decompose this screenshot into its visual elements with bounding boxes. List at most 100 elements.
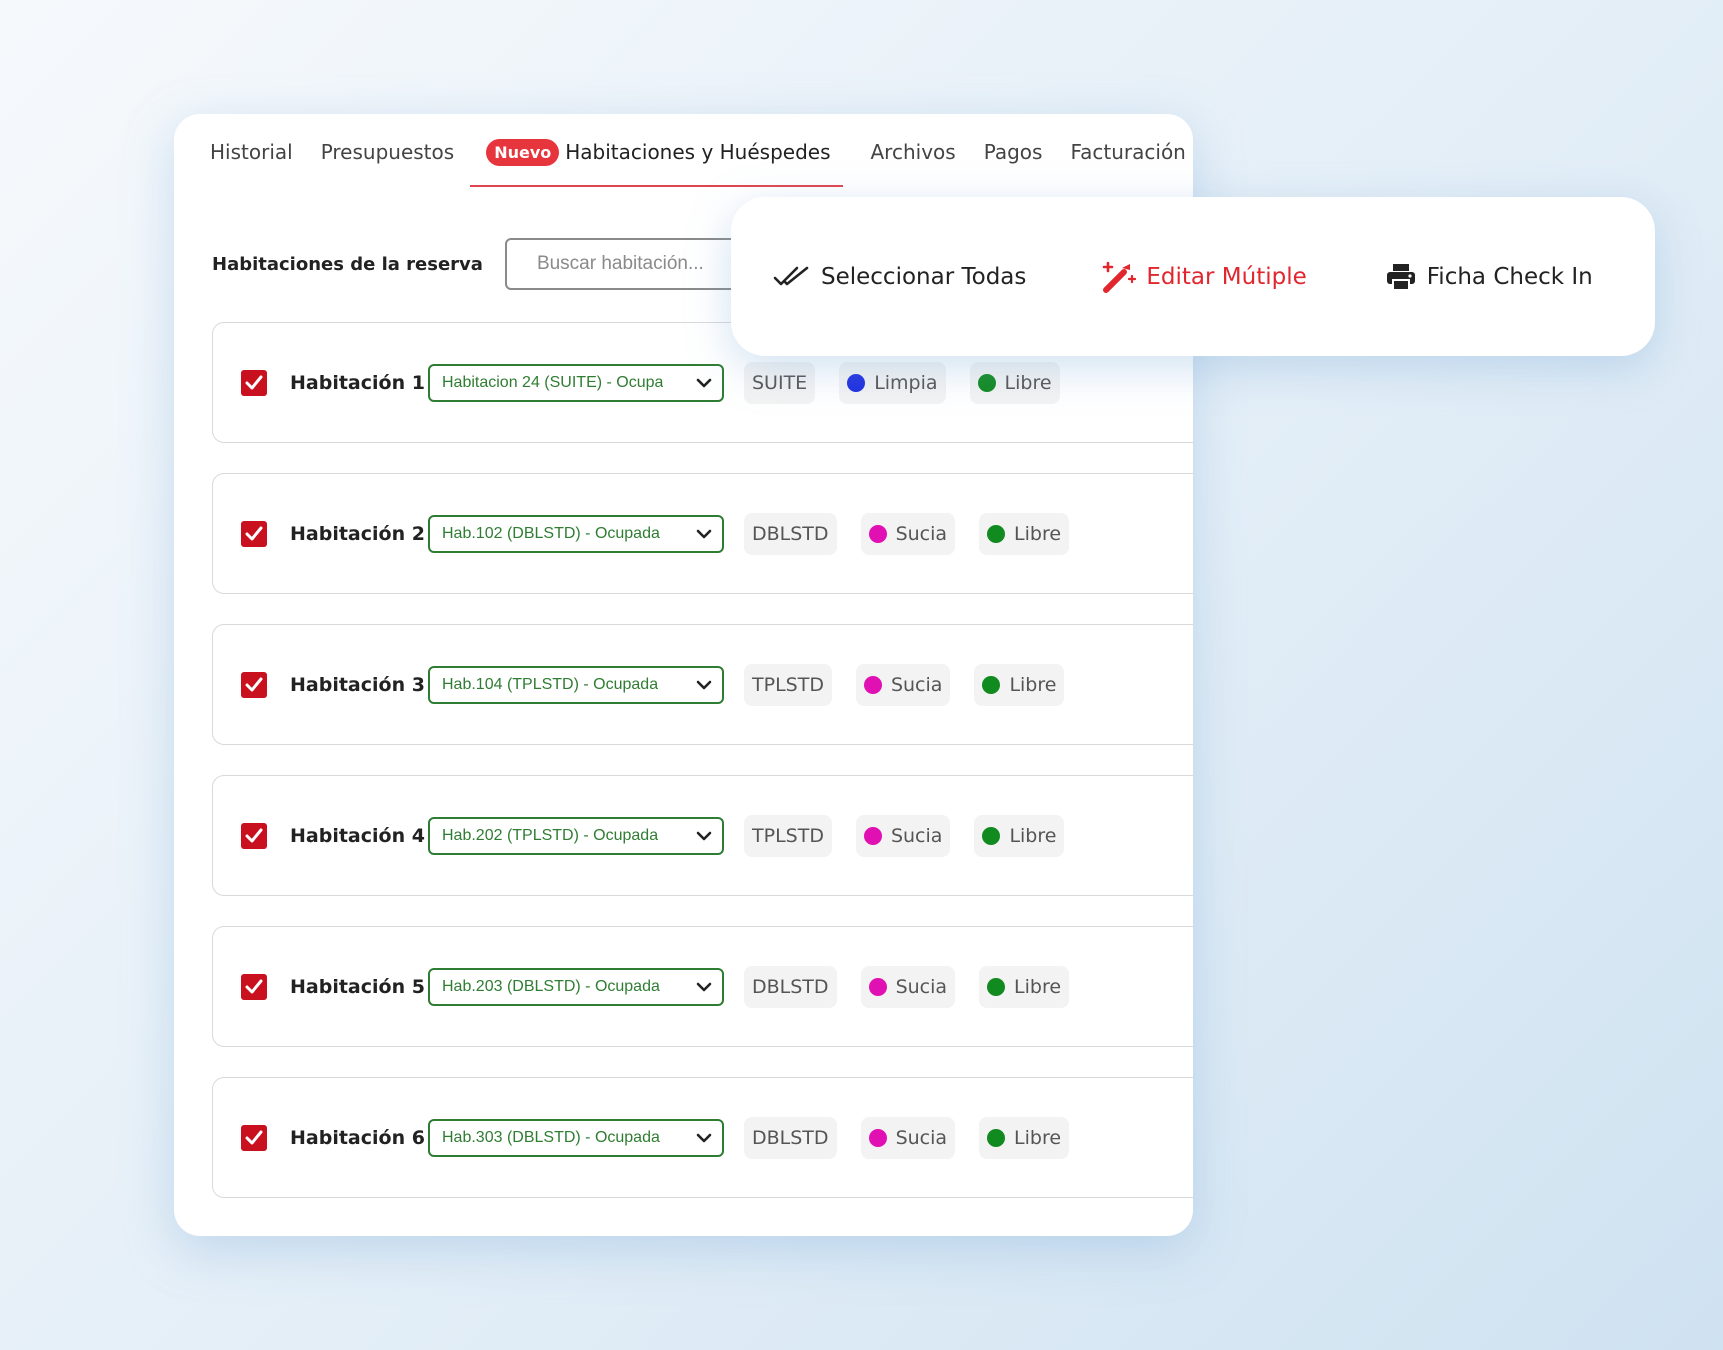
cleaning-status-dot — [868, 1128, 887, 1147]
cleaning-status-chip: Sucia — [860, 965, 956, 1008]
occupancy-status-label: Libre — [1014, 1126, 1062, 1149]
cleaning-status-label: Sucia — [895, 975, 948, 998]
room-checkbox[interactable] — [241, 822, 267, 849]
occupancy-status-dot — [987, 977, 1006, 996]
tab-archivos[interactable]: Archivos — [871, 140, 956, 164]
occupancy-status-dot — [987, 524, 1006, 543]
cleaning-status-label: Sucia — [895, 1126, 948, 1149]
chevron-down-icon — [696, 680, 712, 689]
search-label: Habitaciones de la reserva — [212, 253, 483, 275]
occupancy-status-dot — [987, 1128, 1006, 1147]
cleaning-status-dot — [868, 977, 887, 996]
occupancy-status-chip: Libre — [974, 663, 1065, 706]
room-assignment-value: Hab.303 (DBLSTD) - Ocupada — [442, 1128, 660, 1146]
edit-multiple-button[interactable]: Editar Mútiple — [1100, 260, 1307, 294]
occupancy-status-label: Libre — [1014, 522, 1062, 545]
occupancy-status-chip: Libre — [969, 361, 1060, 404]
cleaning-status-dot — [847, 373, 866, 392]
room-label: Habitación 3 — [290, 673, 425, 696]
room-type-chip: DBLSTD — [744, 512, 837, 555]
room-row: Habitación 3 Hab.104 (TPLSTD) - Ocupada … — [212, 624, 1193, 745]
cleaning-status-label: Limpia — [874, 371, 938, 394]
room-assignment-value: Habitacion 24 (SUITE) - Ocupa — [442, 373, 664, 391]
occupancy-status-chip: Libre — [974, 814, 1065, 857]
room-checkbox[interactable] — [241, 1124, 267, 1151]
occupancy-status-dot — [977, 373, 996, 392]
room-label: Habitación 4 — [290, 824, 425, 847]
chevron-down-icon — [696, 1133, 712, 1142]
room-assignment-select[interactable]: Hab.104 (TPLSTD) - Ocupada — [428, 665, 724, 704]
room-label: Habitación 1 — [290, 371, 425, 394]
room-assignment-value: Hab.102 (DBLSTD) - Ocupada — [442, 524, 660, 542]
room-row: Habitación 4 Hab.202 (TPLSTD) - Ocupada … — [212, 775, 1193, 896]
select-all-label: Seleccionar Todas — [821, 263, 1027, 290]
cleaning-status-dot — [863, 826, 882, 845]
room-label: Habitación 2 — [290, 522, 425, 545]
room-checkbox[interactable] — [241, 520, 267, 547]
new-badge: Nuevo — [486, 138, 560, 166]
cleaning-status-chip: Sucia — [860, 512, 956, 555]
check-icon — [245, 979, 263, 993]
cleaning-status-dot — [863, 675, 882, 694]
room-type-chip: DBLSTD — [744, 1116, 837, 1159]
room-label: Habitación 5 — [290, 975, 425, 998]
room-assignment-value: Hab.203 (DBLSTD) - Ocupada — [442, 977, 660, 995]
tab-habitaciones[interactable]: Nuevo Habitaciones y Huéspedes — [470, 114, 843, 190]
room-assignment-value: Hab.104 (TPLSTD) - Ocupada — [442, 675, 659, 693]
magic-wand-icon — [1103, 261, 1137, 293]
chevron-down-icon — [696, 982, 712, 991]
room-type-chip: SUITE — [744, 361, 816, 404]
cleaning-status-chip: Limpia — [839, 361, 946, 404]
room-type-chip: TPLSTD — [744, 663, 832, 706]
printer-icon — [1386, 263, 1415, 291]
double-check-icon — [773, 266, 809, 285]
chevron-down-icon — [696, 378, 712, 387]
occupancy-status-label: Libre — [1014, 975, 1062, 998]
tab-bar: Historial Presupuestos Nuevo Habitacione… — [174, 114, 1193, 190]
check-icon — [245, 375, 263, 389]
checkin-sheet-label: Ficha Check In — [1426, 263, 1593, 290]
occupancy-status-label: Libre — [1004, 371, 1052, 394]
cleaning-status-chip: Sucia — [855, 663, 951, 706]
tab-presupuestos[interactable]: Presupuestos — [321, 140, 455, 164]
cleaning-status-chip: Sucia — [860, 1116, 956, 1159]
edit-multiple-label: Editar Mútiple — [1146, 263, 1307, 290]
select-all-button[interactable]: Seleccionar Todas — [773, 264, 1026, 290]
room-row: Habitación 2 Hab.102 (DBLSTD) - Ocupada … — [212, 473, 1193, 594]
cleaning-status-dot — [868, 524, 887, 543]
occupancy-status-chip: Libre — [979, 1116, 1070, 1159]
room-assignment-select[interactable]: Hab.102 (DBLSTD) - Ocupada — [428, 514, 724, 553]
room-assignment-select[interactable]: Hab.203 (DBLSTD) - Ocupada — [428, 967, 724, 1006]
occupancy-status-label: Libre — [1009, 673, 1057, 696]
occupancy-status-chip: Libre — [979, 965, 1070, 1008]
tab-habitaciones-label: Habitaciones y Huéspedes — [565, 140, 831, 164]
room-search-row: Habitaciones de la reserva — [212, 238, 805, 290]
occupancy-status-chip: Libre — [979, 512, 1070, 555]
room-assignment-value: Hab.202 (TPLSTD) - Ocupada — [442, 826, 659, 844]
check-icon — [245, 677, 263, 691]
room-type-chip: TPLSTD — [744, 814, 832, 857]
room-list: Habitación 1 Habitacion 24 (SUITE) - Ocu… — [212, 322, 1193, 1228]
room-checkbox[interactable] — [241, 369, 267, 396]
occupancy-status-label: Libre — [1009, 824, 1057, 847]
checkin-sheet-button[interactable]: Ficha Check In — [1385, 262, 1593, 292]
room-assignment-select[interactable]: Hab.202 (TPLSTD) - Ocupada — [428, 816, 724, 855]
cleaning-status-chip: Sucia — [855, 814, 951, 857]
cleaning-status-label: Sucia — [890, 824, 943, 847]
room-assignment-select[interactable]: Hab.303 (DBLSTD) - Ocupada — [428, 1118, 724, 1157]
room-label: Habitación 6 — [290, 1126, 425, 1149]
chevron-down-icon — [696, 529, 712, 538]
chevron-down-icon — [696, 831, 712, 840]
occupancy-status-dot — [982, 675, 1001, 694]
bulk-actions-toolbar: Seleccionar Todas Editar Mútiple Ficha C… — [731, 197, 1655, 356]
occupancy-status-dot — [982, 826, 1001, 845]
check-icon — [245, 1130, 263, 1144]
tab-historial[interactable]: Historial — [210, 140, 293, 164]
room-checkbox[interactable] — [241, 973, 267, 1000]
check-icon — [245, 526, 263, 540]
room-assignment-select[interactable]: Habitacion 24 (SUITE) - Ocupa — [428, 363, 724, 402]
tab-facturacion[interactable]: Facturación — [1070, 140, 1185, 164]
room-row: Habitación 5 Hab.203 (DBLSTD) - Ocupada … — [212, 926, 1193, 1047]
tab-pagos[interactable]: Pagos — [984, 140, 1043, 164]
room-checkbox[interactable] — [241, 671, 267, 698]
